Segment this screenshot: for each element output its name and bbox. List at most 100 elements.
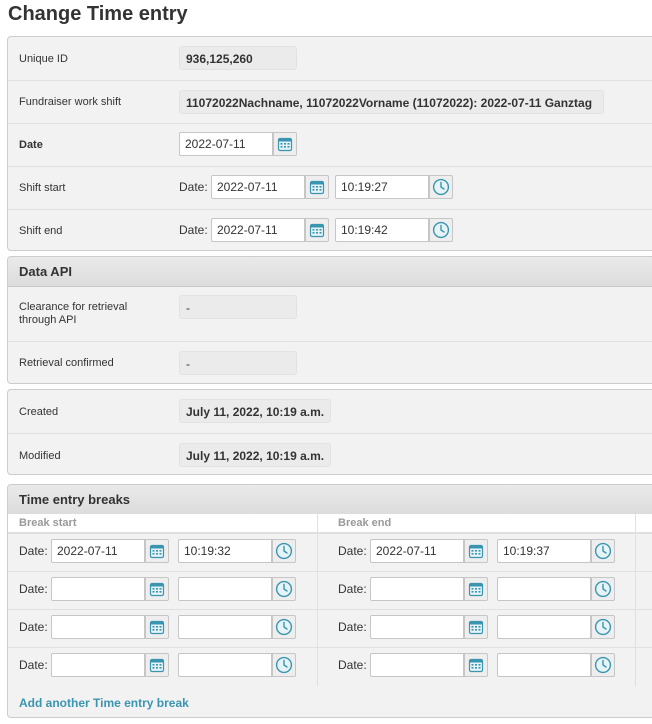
break-start-date-input[interactable] — [51, 539, 145, 563]
clock-icon — [594, 618, 612, 636]
retrieval-row: Retrieval confirmed - — [8, 341, 652, 386]
break-end-time-input[interactable] — [497, 539, 591, 563]
break-end-date-input[interactable] — [370, 653, 464, 677]
break-row: Date: Date: — [8, 647, 652, 686]
break-start-clock-button[interactable] — [272, 653, 296, 677]
date-row: Date — [8, 123, 652, 167]
shift-start-label: Shift start — [19, 182, 66, 194]
unique-id-value: 936,125,260 — [179, 46, 297, 70]
calendar-icon — [468, 620, 484, 635]
breaks-inline-group: Time entry breaks Break start Break end … — [7, 484, 652, 718]
break-row: Date: Date: — [8, 571, 652, 610]
break-end-calendar-button[interactable] — [464, 577, 488, 601]
data-api-title: Data API — [19, 264, 72, 279]
calendar-icon — [468, 658, 484, 673]
break-end-date-prefix: Date: — [338, 544, 367, 558]
break-start-time-input[interactable] — [178, 539, 272, 563]
break-start-column-header: Break start — [19, 517, 77, 529]
break-end-calendar-button[interactable] — [464, 615, 488, 639]
break-end-clock-button[interactable] — [591, 577, 615, 601]
retrieval-label: Retrieval confirmed — [19, 357, 114, 369]
shift-end-time-input[interactable] — [335, 218, 429, 242]
break-end-column-header: Break end — [338, 517, 392, 529]
clock-icon — [594, 580, 612, 598]
break-end-date-input[interactable] — [370, 577, 464, 601]
shift-end-date-prefix: Date: — [179, 223, 208, 237]
calendar-icon — [309, 180, 325, 195]
shift-start-date-input[interactable] — [211, 175, 305, 199]
clock-icon — [275, 618, 293, 636]
break-end-date-input[interactable] — [370, 615, 464, 639]
calendar-icon — [468, 582, 484, 597]
calendar-icon — [309, 223, 325, 238]
break-end-date-prefix: Date: — [338, 582, 367, 596]
shift-end-calendar-button[interactable] — [305, 218, 329, 242]
shift-start-calendar-button[interactable] — [305, 175, 329, 199]
clock-icon — [432, 178, 450, 196]
break-end-time-input[interactable] — [497, 577, 591, 601]
work-shift-label: Fundraiser work shift — [19, 96, 122, 108]
clearance-label: Clearance for retrieval through API — [19, 301, 128, 326]
break-end-clock-button[interactable] — [591, 615, 615, 639]
break-start-clock-button[interactable] — [272, 615, 296, 639]
shift-start-row: Shift start Date: — [8, 166, 652, 210]
break-start-date-input[interactable] — [51, 615, 145, 639]
break-end-time-input[interactable] — [497, 653, 591, 677]
date-input[interactable] — [179, 132, 273, 156]
modified-value: July 11, 2022, 10:19 a.m. — [179, 443, 332, 467]
break-start-time-input[interactable] — [178, 577, 272, 601]
work-shift-value: 11072022Nachname, 11072022Vorname (11072… — [179, 90, 604, 114]
meta-fieldset: Created July 11, 2022, 10:19 a.m. Modifi… — [7, 389, 652, 475]
shift-end-clock-button[interactable] — [429, 218, 453, 242]
break-start-date-prefix: Date: — [19, 658, 48, 672]
data-api-header: Data API — [8, 257, 652, 287]
clock-icon — [432, 221, 450, 239]
shift-start-clock-button[interactable] — [429, 175, 453, 199]
shift-end-label: Shift end — [19, 225, 63, 237]
break-start-time-input[interactable] — [178, 653, 272, 677]
unique-id-label: Unique ID — [19, 53, 68, 65]
modified-label: Modified — [19, 450, 61, 462]
calendar-icon — [468, 544, 484, 559]
page-title: Change Time entry — [8, 3, 188, 25]
break-start-date-input[interactable] — [51, 577, 145, 601]
calendar-icon — [277, 137, 293, 152]
add-break-link[interactable]: Add another Time entry break — [19, 696, 189, 710]
break-start-clock-button[interactable] — [272, 539, 296, 563]
break-end-date-prefix: Date: — [338, 620, 367, 634]
break-start-calendar-button[interactable] — [145, 539, 169, 563]
break-end-clock-button[interactable] — [591, 539, 615, 563]
clock-icon — [594, 656, 612, 674]
break-start-calendar-button[interactable] — [145, 653, 169, 677]
unique-id-row: Unique ID 936,125,260 — [8, 37, 652, 80]
clock-icon — [594, 542, 612, 560]
clock-icon — [275, 580, 293, 598]
break-start-date-prefix: Date: — [19, 544, 48, 558]
breaks-header: Time entry breaks — [8, 485, 652, 515]
break-end-date-prefix: Date: — [338, 658, 367, 672]
break-start-date-prefix: Date: — [19, 582, 48, 596]
calendar-icon — [149, 620, 165, 635]
break-start-date-input[interactable] — [51, 653, 145, 677]
break-end-time-input[interactable] — [497, 615, 591, 639]
break-start-calendar-button[interactable] — [145, 615, 169, 639]
shift-end-date-input[interactable] — [211, 218, 305, 242]
retrieval-value: - — [179, 351, 297, 375]
shift-start-time-input[interactable] — [335, 175, 429, 199]
break-row: Date: Date: — [8, 533, 652, 572]
created-row: Created July 11, 2022, 10:19 a.m. — [8, 390, 652, 433]
data-api-fieldset: Data API Clearance for retrieval through… — [7, 256, 652, 384]
break-end-clock-button[interactable] — [591, 653, 615, 677]
break-end-calendar-button[interactable] — [464, 653, 488, 677]
break-start-clock-button[interactable] — [272, 577, 296, 601]
break-end-date-input[interactable] — [370, 539, 464, 563]
break-start-calendar-button[interactable] — [145, 577, 169, 601]
main-fieldset: Unique ID 936,125,260 Fundraiser work sh… — [7, 36, 652, 251]
date-label: Date — [19, 139, 43, 151]
date-calendar-button[interactable] — [273, 132, 297, 156]
break-end-calendar-button[interactable] — [464, 539, 488, 563]
created-value: July 11, 2022, 10:19 a.m. — [179, 399, 332, 423]
shift-end-row: Shift end Date: — [8, 209, 652, 253]
break-start-time-input[interactable] — [178, 615, 272, 639]
created-label: Created — [19, 406, 59, 418]
